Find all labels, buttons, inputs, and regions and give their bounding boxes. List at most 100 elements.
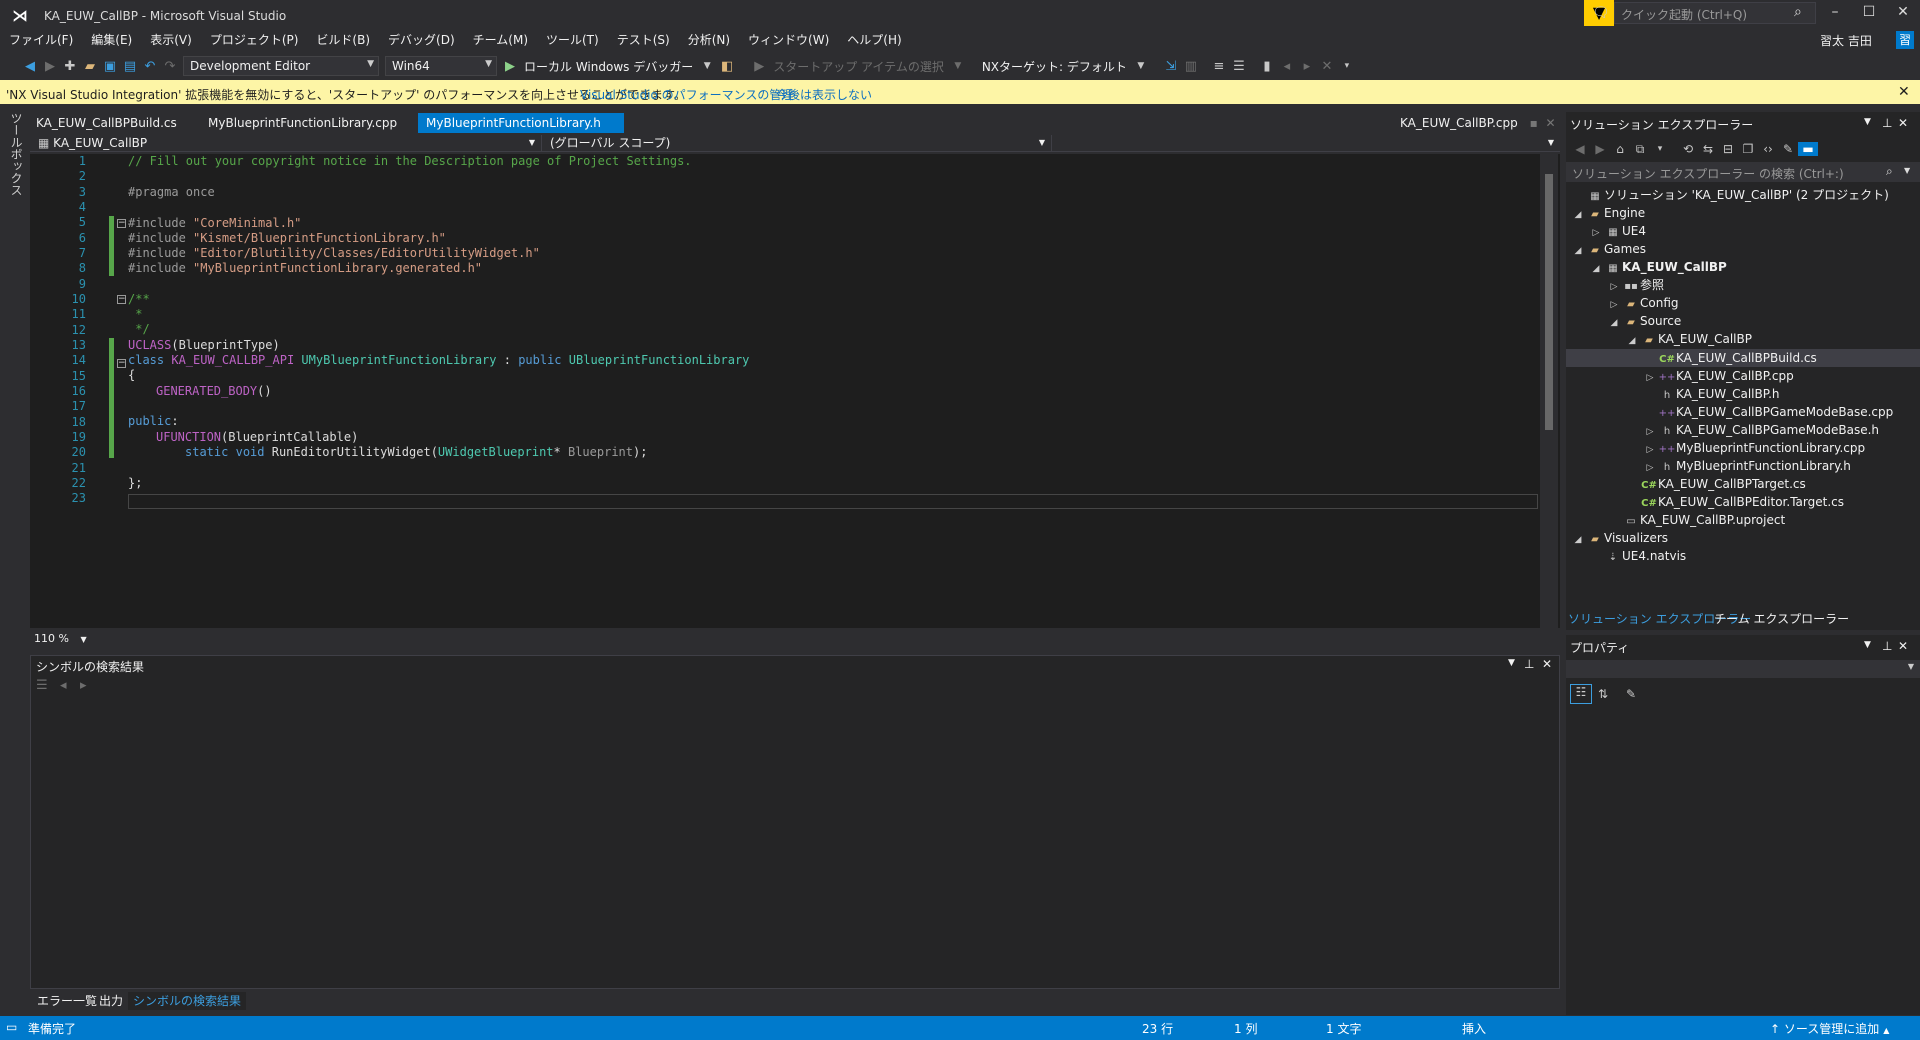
back-icon[interactable]: ◀ [1570,142,1590,156]
list-icon[interactable]: ☰ [36,678,60,693]
indent-icon[interactable]: ≡ [1209,59,1229,74]
expanded-icon[interactable]: ◢ [1570,531,1586,549]
scope-select[interactable]: (グローバル スコープ) ▼ [544,135,1052,151]
tree-item-uproject[interactable]: ▭ KA_EUW_CallBP.uproject [1606,511,1785,529]
tree-item-ue4[interactable]: ▷ ▦ UE4 [1588,222,1646,240]
preview-icon[interactable]: ▬ [1798,142,1818,156]
forward-icon[interactable]: ▶ [1590,142,1610,156]
search-icon[interactable]: ⌕ [1794,4,1802,20]
pin-icon[interactable]: ⊥ [1882,639,1892,653]
properties-object-select[interactable]: ▼ [1566,660,1920,678]
tree-item-source[interactable]: ◢ ▰ Source [1606,312,1682,330]
tree-item-engine[interactable]: ◢ ▰ Engine [1570,204,1646,222]
prev-result-icon[interactable]: ◂ [60,678,80,693]
collapse-all-icon[interactable]: ⊟ [1718,142,1738,156]
expanded-icon[interactable]: ◢ [1588,260,1604,278]
pin-icon[interactable]: ⊥ [1882,116,1892,130]
zoom-select[interactable]: 110 % ▼ [34,632,87,645]
tree-item-library-h[interactable]: ▷ h MyBlueprintFunctionLibrary.h [1642,457,1851,475]
solution-search-input[interactable]: ソリューション エクスプローラー の検索 (Ctrl+:) [1566,162,1920,182]
menu-build[interactable]: ビルド(B) [307,30,379,50]
open-file-icon[interactable]: ▰ [80,59,100,74]
tree-item-gamemode-h[interactable]: ▷ h KA_EUW_CallBPGameModeBase.h [1642,421,1880,439]
tree-item-callbp-h[interactable]: h KA_EUW_CallBP.h [1642,385,1780,403]
sync-icon[interactable]: ⇆ [1698,142,1718,156]
fold-toggle-icon[interactable]: − [117,359,126,368]
undo-icon[interactable]: ↶ [140,59,160,74]
close-icon[interactable]: ✕ [1898,116,1908,130]
menu-test[interactable]: テスト(S) [608,30,679,50]
quick-launch-input[interactable]: クイック起動 (Ctrl+Q) [1614,2,1816,24]
tree-item-solution[interactable]: ▦ ソリューション 'KA_EUW_CallBP' (2 プロジェクト) [1570,186,1889,204]
bookmark-next-icon[interactable]: ▸ [1297,59,1317,74]
comment-icon[interactable]: ☰ [1229,59,1249,74]
bookmark-prev-icon[interactable]: ◂ [1277,59,1297,74]
toolbox-tab[interactable]: ツールボックス [8,112,25,196]
tree-item-callbp-cpp[interactable]: ▷ ++KA_EUW_CallBP.cpp [1642,367,1794,385]
startup-item-select[interactable]: スタートアップ アイテムの選択 [769,58,948,75]
maximize-button[interactable]: ☐ [1854,4,1884,20]
view-code-icon[interactable]: ‹› [1758,142,1778,156]
new-project-icon[interactable]: ✚ [60,59,80,74]
pending-changes-icon[interactable]: ⟲ [1678,142,1698,156]
nx-target-select[interactable]: NXターゲット: デフォルト [978,58,1131,75]
tree-item-references[interactable]: ▷ ▪▪ 参照 [1606,276,1664,294]
switch-views-icon[interactable]: ⧉ [1630,142,1650,157]
tree-item-gamemode-cpp[interactable]: ++KA_EUW_CallBPGameModeBase.cpp [1642,403,1894,421]
menu-tools[interactable]: ツール(T) [537,30,608,50]
toolbar-overflow-icon[interactable]: ▾ [1337,61,1357,71]
menu-project[interactable]: プロジェクト(P) [201,30,308,50]
start-debug-icon[interactable]: ▶ [500,59,520,74]
configuration-select[interactable]: Development Editor ▼ [183,56,379,76]
user-name[interactable]: 習太 吉田 [1820,32,1872,49]
close-icon[interactable]: ✕ [1898,639,1908,653]
source-control-button[interactable]: ↑ ソース管理に追加 ▲ [1770,1020,1889,1037]
tree-item-project[interactable]: ◢ ▦ KA_EUW_CallBP [1588,258,1727,276]
redo-icon[interactable]: ↷ [160,59,180,74]
back-icon[interactable]: ◀ [20,59,40,74]
expanded-icon[interactable]: ◢ [1570,242,1586,260]
fold-toggle-icon[interactable]: − [117,219,126,228]
menu-debug[interactable]: デバッグ(D) [379,30,464,50]
properties-wrench-icon[interactable]: ✎ [1778,142,1798,156]
dont-show-again-link[interactable]: 今後は表示しない [776,86,872,103]
menu-file[interactable]: ファイル(F) [0,30,82,50]
project-select[interactable]: ▦ KA_EUW_CallBP ▼ [32,135,542,151]
member-select[interactable]: ▼ [1054,135,1560,151]
property-pages-icon[interactable]: ✎ [1620,687,1642,701]
menu-help[interactable]: ヘルプ(H) [838,30,910,50]
show-all-files-icon[interactable]: ❐ [1738,142,1758,156]
chevron-down-icon[interactable]: ▼ [697,61,717,71]
tree-item-target-cs[interactable]: C#KA_EUW_CallBPTarget.cs [1624,475,1806,493]
tree-item-games[interactable]: ◢ ▰ Games [1570,240,1646,258]
tree-item-library-cpp[interactable]: ▷ ++MyBlueprintFunctionLibrary.cpp [1642,439,1866,457]
menu-view[interactable]: 表示(V) [141,30,201,50]
tab-callbp-cpp[interactable]: KA_EUW_CallBP.cpp ▪ ✕ ▼ [1392,113,1582,133]
manage-performance-link[interactable]: Visual Studio のパフォーマンスの管理 [580,86,793,103]
chevron-down-icon[interactable]: ▾ [1650,144,1670,154]
avatar[interactable]: 習 [1896,31,1914,49]
chevron-down-icon[interactable]: ▼ [1864,117,1871,127]
tree-item-config[interactable]: ▷ ▰ Config [1606,294,1679,312]
close-icon[interactable]: ✕ [1898,84,1910,100]
tab-build-cs[interactable]: KA_EUW_CallBPBuild.cs [28,113,185,133]
menu-analyze[interactable]: 分析(N) [679,30,739,50]
tab-team-explorer[interactable]: チーム エクスプローラー [1714,610,1849,627]
next-result-icon[interactable]: ▸ [80,678,100,693]
run-debugger-button[interactable]: ローカル Windows デバッガー [520,58,697,75]
layout-icon[interactable]: ▥ [1181,59,1201,74]
expanded-icon[interactable]: ◢ [1624,332,1640,350]
bookmark-clear-icon[interactable]: ✕ [1317,59,1337,74]
bookmark-icon[interactable]: ▮ [1257,59,1277,74]
platform-select[interactable]: Win64 ▼ [385,56,497,76]
menu-team[interactable]: チーム(M) [464,30,537,50]
minimize-button[interactable]: – [1820,4,1850,20]
chevron-down-icon[interactable]: ▼ [1131,61,1151,71]
tree-item-editor-target-cs[interactable]: C#KA_EUW_CallBPEditor.Target.cs [1624,493,1844,511]
tab-error-list[interactable]: エラー一覧 [32,992,102,1010]
tab-library-h[interactable]: MyBlueprintFunctionLibrary.h ⊕ ✕ [418,113,624,150]
tree-item-build-cs[interactable]: C#KA_EUW_CallBPBuild.cs [1642,349,1817,367]
search-icon[interactable]: ⌕ [1886,164,1893,179]
tab-symbol-results[interactable]: シンボルの検索結果 [128,992,247,1010]
pin-icon[interactable]: ▪ [1530,116,1538,130]
